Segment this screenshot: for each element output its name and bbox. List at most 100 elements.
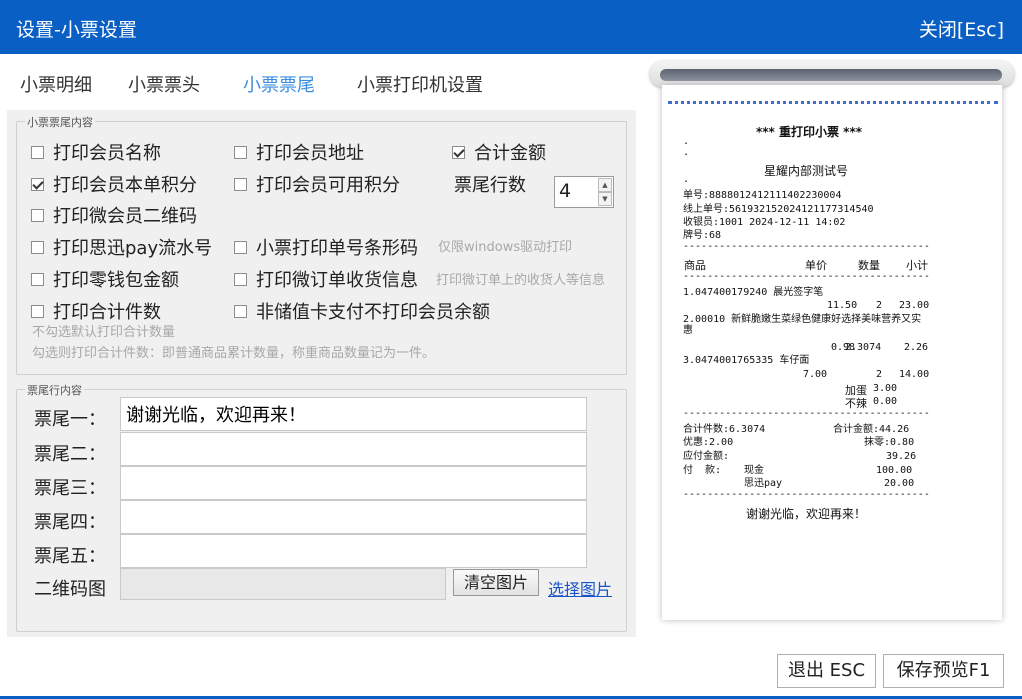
footer-line-2-label: 票尾二： <box>34 444 106 465</box>
tab-receipt-footer[interactable]: 小票票尾 <box>243 71 315 97</box>
receipt-discount: 优惠:2.00 <box>683 437 734 448</box>
member-name-checkbox[interactable]: 打印会员名称 <box>31 139 161 165</box>
receipt-pay-label: 付 款: <box>683 465 722 476</box>
wechat-order-receiver-checkbox[interactable]: 打印微订单收货信息 <box>234 266 418 292</box>
receipt-title: *** 重打印小票 *** <box>756 125 863 139</box>
member-available-points-checkbox[interactable]: 打印会员可用积分 <box>234 171 400 197</box>
receipt-barcode-checkbox[interactable]: 小票打印单号条形码 <box>234 234 418 260</box>
qr-image-field <box>120 568 446 600</box>
receipt-item-2-name: 2.00010 新鲜脆嫩生菜绿色健康好选择美味营养又实惠 <box>683 314 922 336</box>
receipt-item-3-qty: 2 <box>876 369 883 380</box>
receipt-item-3-price: 7.00 <box>803 369 828 380</box>
checkbox-label: 小票打印单号条形码 <box>256 238 418 259</box>
receipt-pay2-method: 思迅pay <box>744 478 783 489</box>
checkbox-label: 打印零钱包金额 <box>53 270 179 291</box>
receipt-payable: 39.26 <box>886 451 917 462</box>
checkbox-label: 打印微订单收货信息 <box>256 270 418 291</box>
wechat-member-qr-checkbox[interactable]: 打印微会员二维码 <box>31 202 197 228</box>
select-image-link[interactable]: 选择图片 <box>548 576 612 600</box>
checkbox-label: 打印微会员二维码 <box>53 206 197 227</box>
clear-image-button[interactable]: 清空图片 <box>453 569 539 596</box>
receipt-dot: . <box>683 136 690 147</box>
wallet-amount-checkbox[interactable]: 打印零钱包金额 <box>31 266 179 292</box>
footer-line-4-input[interactable] <box>120 500 587 534</box>
footer-rows-value[interactable]: 4 <box>559 180 571 202</box>
barcode-hint: 仅限windows驱动打印 <box>438 240 573 255</box>
receipt-total-amount: 合计金额:44.26 <box>833 424 910 435</box>
receipt-online-no: 线上单号:5619321520241211773145​40 <box>683 204 874 215</box>
tab-printer-settings[interactable]: 小票打印机设置 <box>357 71 483 97</box>
receipt-card-no: 牌号:68 <box>683 230 722 241</box>
footer-line-5-label: 票尾五： <box>34 546 106 567</box>
receipt-store: 星耀内部测试号 <box>764 164 849 178</box>
footer-line-4-label: 票尾四： <box>34 512 106 533</box>
checkbox-box[interactable] <box>31 208 44 222</box>
footer-line-3-label: 票尾三： <box>34 478 106 499</box>
footer-content-group: 小票票尾内容 打印会员名称 打印会员地址 合计金额 打印会员本单积分 打印会员可… <box>16 114 627 375</box>
checkbox-box[interactable] <box>234 177 247 191</box>
receipt-payable-label: 应付金额: <box>683 451 730 462</box>
close-button[interactable]: 关闭[Esc] <box>919 15 1004 42</box>
checkbox-box[interactable] <box>31 304 44 318</box>
receipt-item-3-name: 3.0474001765335 车仔面 <box>683 355 810 366</box>
checkbox-label: 合计金额 <box>474 143 546 164</box>
receipt-order-no: 单号:88880124121114022300​04 <box>683 190 842 201</box>
receipt-addon-2-amount: 0.00 <box>873 396 898 407</box>
tab-receipt-detail[interactable]: 小票明细 <box>20 71 92 97</box>
footer-line-1-input[interactable] <box>120 397 587 431</box>
receipt-perforation <box>668 101 998 105</box>
settings-panel: 小票票尾内容 打印会员名称 打印会员地址 合计金额 打印会员本单积分 打印会员可… <box>7 110 636 637</box>
checkbox-label: 非储值卡支付不打印会员余额 <box>256 302 490 323</box>
checkbox-box[interactable] <box>31 240 44 254</box>
checkbox-box[interactable] <box>31 177 44 191</box>
checkbox-box[interactable] <box>234 304 247 318</box>
receipt-pay1-amount: 100.00 <box>876 465 913 476</box>
receipt-pay2-amount: 20.00 <box>884 478 915 489</box>
receipt-footer: 谢谢光临，欢迎再来！ <box>746 507 867 521</box>
member-order-points-checkbox[interactable]: 打印会员本单积分 <box>31 171 197 197</box>
tab-receipt-header[interactable]: 小票票头 <box>128 71 200 97</box>
title-bar: 设置-小票设置 关闭[Esc] <box>0 0 1022 54</box>
window-title: 设置-小票设置 <box>16 19 137 41</box>
exit-button[interactable]: 退出 ESC <box>777 654 876 688</box>
receipt-divider: ----------------------------------------… <box>683 408 930 419</box>
footer-line-1-label: 票尾一： <box>34 409 106 430</box>
receipt-item-1-price: 11.50 <box>827 300 858 311</box>
footer-rows-stepper[interactable]: 4 ▲ ▼ <box>554 176 614 208</box>
checkbox-box[interactable] <box>31 145 44 159</box>
receipt-rounding: 抹零:0.80 <box>864 437 915 448</box>
checkbox-label: 打印会员本单积分 <box>53 175 197 196</box>
total-amount-checkbox[interactable]: 合计金额 <box>452 139 546 165</box>
receipt-dot: . <box>683 147 690 158</box>
stepper-down-icon[interactable]: ▼ <box>598 192 612 206</box>
checkbox-box[interactable] <box>234 145 247 159</box>
sixun-pay-serial-checkbox[interactable]: 打印思迅pay流水号 <box>31 234 212 260</box>
receipt-dot: . <box>683 174 690 185</box>
non-stored-card-balance-checkbox[interactable]: 非储值卡支付不打印会员余额 <box>234 298 490 324</box>
receipt-item-1-subtotal: 23.00 <box>899 300 930 311</box>
receipt-pay1-method: 现金 <box>744 465 764 476</box>
footer-line-3-input[interactable] <box>120 466 587 500</box>
receipt-item-3-subtotal: 14.00 <box>899 369 930 380</box>
checkbox-box[interactable] <box>234 240 247 254</box>
receipt-addon-1-amount: 3.00 <box>873 383 898 394</box>
checkbox-label: 打印思迅pay流水号 <box>53 238 213 259</box>
receipt-divider: ----------------------------------------… <box>683 241 930 252</box>
save-preview-button[interactable]: 保存预览F1 <box>883 654 1004 688</box>
footer-rows-label: 票尾行数 <box>454 175 526 196</box>
checkbox-box[interactable] <box>234 272 247 286</box>
checkbox-box[interactable] <box>452 145 465 159</box>
member-address-checkbox[interactable]: 打印会员地址 <box>234 139 364 165</box>
receipt-total-count: 合计件数:6.3074 <box>683 424 766 435</box>
footer-line-2-input[interactable] <box>120 432 587 466</box>
receipt-item-1-name: 1.047400179240 晨光签字笔 <box>683 287 824 298</box>
footer-lines-legend: 票尾行内容 <box>25 382 84 398</box>
footer-line-5-input[interactable] <box>120 534 587 568</box>
checkbox-box[interactable] <box>31 272 44 286</box>
count-unchecked-hint: 不勾选默认打印合计数量 <box>32 325 176 340</box>
stepper-up-icon[interactable]: ▲ <box>598 178 612 192</box>
checkbox-label: 打印会员名称 <box>53 143 161 164</box>
receiver-hint: 打印微订单上的收货人等信息 <box>436 273 606 288</box>
count-checked-hint: 勾选则打印合计件数：即普通商品累计数量，称重商品数量记为一件。 <box>32 346 436 361</box>
receipt-roll-slot <box>660 69 1002 81</box>
